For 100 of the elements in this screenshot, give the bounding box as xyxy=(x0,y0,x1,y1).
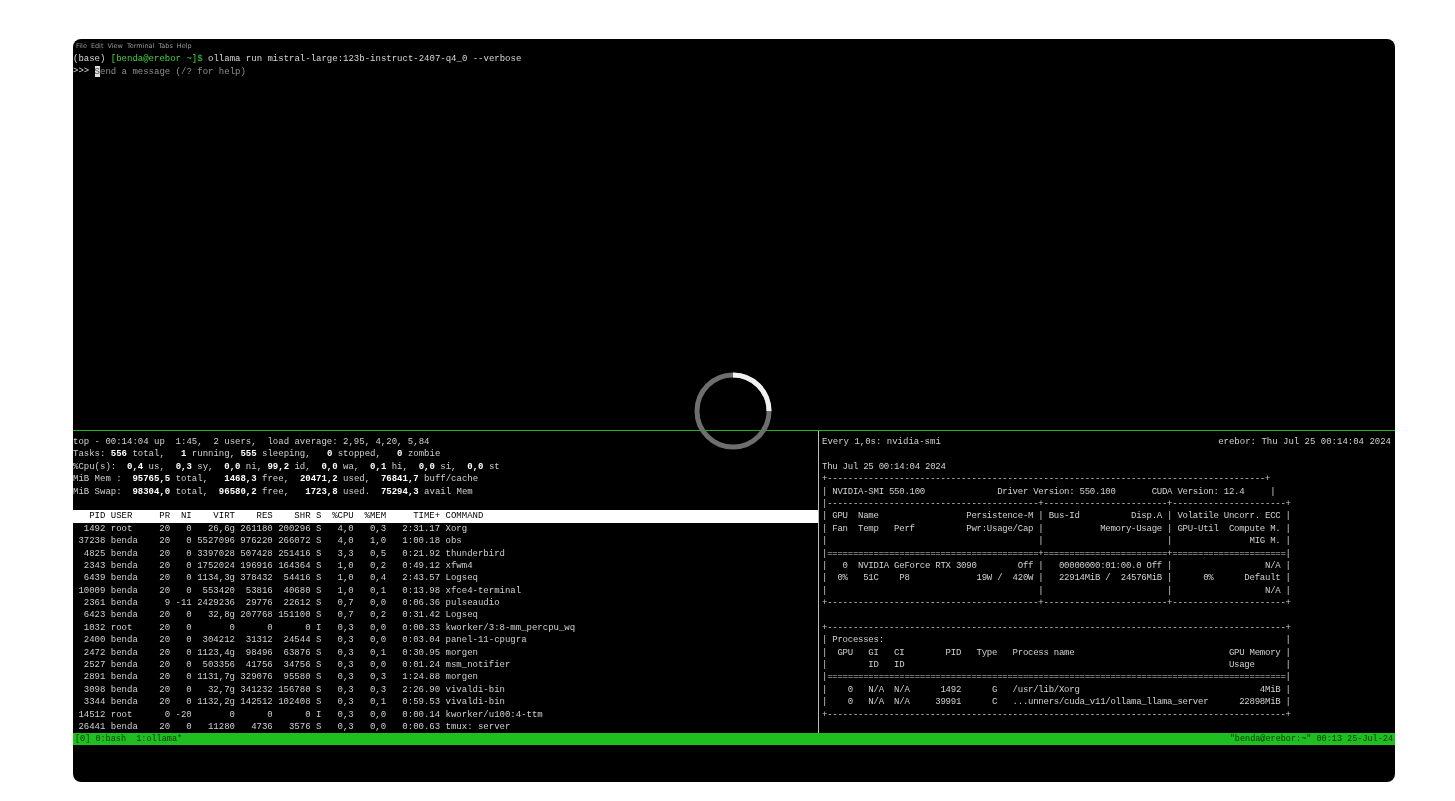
table-cell-text: 0 xyxy=(228,708,235,721)
table-cell-text: 0 xyxy=(228,621,235,635)
table-cell-text: 0,3 xyxy=(368,683,387,697)
table-cell-text: 0,3 xyxy=(336,646,354,660)
table-cell-text: xfwm4 xyxy=(444,559,474,573)
table-cell-text: 151100 xyxy=(277,609,311,622)
table-cell-text: 4,0 xyxy=(336,522,354,536)
table-cell-text: 26,6g xyxy=(206,522,235,536)
table-cell-text: panel-11-cpugra xyxy=(444,634,528,647)
table-cell-text: benda xyxy=(109,683,139,697)
table-cell-text: 14512 xyxy=(77,708,106,721)
output-line: +-------------------------------------------------------------------------------------+ xyxy=(822,473,1272,486)
table-cell-text: 3098 xyxy=(82,683,106,697)
table-cell-text: tmux: server xyxy=(444,721,512,733)
table-cell-text: 1752024 xyxy=(196,559,235,573)
table-cell-text: 0,7 xyxy=(336,597,354,610)
table-cell-text: vivaldi-bin xyxy=(444,696,506,709)
watch-header: Every 1,0s: nvidia-smi xyxy=(822,436,941,449)
table-cell-text: 261180 xyxy=(239,522,273,536)
table-cell-text: S xyxy=(314,696,322,709)
table-cell-text: 0,0 xyxy=(368,708,387,721)
table-cell-text: 0 xyxy=(185,646,192,660)
output-line: | 0 N/A N/A 1492 G /usr/lib/Xorg 4MiB | xyxy=(822,683,1292,697)
summary-line: %Cpu(s): 0,4 us, 0,3 sy, 0,0 ni, 99,2 id, 0,0 wa, 0,1 hi, 0,0 si, 0,0 st xyxy=(73,460,501,474)
table-cell-text: 1,0 xyxy=(336,559,354,573)
table-cell-text: 0 xyxy=(266,621,273,635)
table-cell-text: S xyxy=(314,659,322,672)
table-cell-text: 1:24.88 xyxy=(401,671,441,684)
table-cell-text: 2:31.17 xyxy=(401,522,441,536)
table-cell-text: 1,0 xyxy=(368,535,387,548)
column-header: VIRT xyxy=(212,510,235,523)
table-cell-text: 507428 xyxy=(239,547,273,560)
table-cell-text: 6439 xyxy=(82,572,106,585)
table-cell-text: 20 xyxy=(158,584,171,598)
table-cell-text: 142512 xyxy=(239,696,273,709)
table-cell-text: S xyxy=(314,609,322,622)
table-cell-text: 1032 xyxy=(82,621,106,635)
table-cell-text: xfce4-terminal xyxy=(444,584,523,598)
table-cell-text: 0,3 xyxy=(336,683,354,697)
table-cell-text: 2:26.90 xyxy=(401,683,441,697)
table-cell-text: benda xyxy=(109,572,139,585)
shell-prompt: [benda@erebor ~]$ xyxy=(110,53,203,66)
output-line: | 0 N/A N/A 39991 C ...unners/cuda_v11/ollama_llama_server 22898MiB | xyxy=(822,696,1292,709)
window-list[interactable]: [0] 0:bash 1:ollama* xyxy=(75,733,183,745)
table-cell-text: 20 xyxy=(158,671,171,684)
table-cell-text: root xyxy=(109,522,134,536)
table-cell-text: 20 xyxy=(158,547,171,560)
table-cell-text: 11280 xyxy=(206,721,235,733)
table-cell-text: 0,5 xyxy=(368,547,387,560)
table-cell-text: 1492 xyxy=(82,522,106,536)
table-cell-text: 4825 xyxy=(82,547,106,560)
table-cell-text: 0 xyxy=(185,584,192,598)
table-cell-text: 164364 xyxy=(277,559,311,573)
input-prompt: >>> xyxy=(73,65,90,78)
table-cell-text: I xyxy=(314,621,322,635)
table-cell-text: 20 xyxy=(158,621,171,635)
table-cell-text: 207768 xyxy=(239,609,273,622)
table-cell-text: 0 xyxy=(163,708,171,721)
table-cell-text: 41756 xyxy=(244,659,273,672)
output-line: +-----------------------------------------+------------------------+----------------------+ xyxy=(822,597,1292,610)
table-cell-text: S xyxy=(314,547,322,560)
table-cell-text: 0:01.24 xyxy=(401,659,441,672)
table-cell-text: -20 xyxy=(174,708,192,721)
table-cell-text: 2:43.57 xyxy=(401,572,441,585)
table-cell-text: 0:06.36 xyxy=(401,597,441,610)
table-cell-text: 3576 xyxy=(287,721,311,733)
output-line: | | | N/A | xyxy=(822,584,1292,598)
table-cell-text: S xyxy=(314,535,322,548)
table-cell-text: 976220 xyxy=(239,535,273,548)
table-cell-text: 0,0 xyxy=(368,659,387,672)
table-cell-text: 1134,3g xyxy=(196,572,235,585)
table-cell-text: 29776 xyxy=(244,597,273,610)
table-cell-text: Logseq xyxy=(444,572,479,585)
table-cell-text: 40680 xyxy=(282,584,311,598)
table-cell-text: thunderbird xyxy=(444,547,506,560)
table-cell-text: benda xyxy=(109,597,139,610)
table-cell-text: 26441 xyxy=(77,721,106,733)
table-cell-text: benda xyxy=(109,535,139,548)
output-line: +-----------------------------------------------------------------------------------------+ xyxy=(822,621,1292,635)
table-cell-text: 20 xyxy=(158,522,171,536)
table-cell-text: benda xyxy=(109,646,139,660)
summary-line: MiB Mem : 95765,5 total, 1468,3 free, 20471,2 used, 76841,7 buff/cache xyxy=(73,473,480,486)
table-cell-text: 0,3 xyxy=(336,659,354,672)
table-cell-text: 156780 xyxy=(277,683,311,697)
table-cell-text: S xyxy=(314,721,322,733)
table-cell-text: 0:13.98 xyxy=(401,584,441,598)
table-cell-text: 2343 xyxy=(82,559,106,573)
table-cell-text: 0 xyxy=(185,671,192,684)
output-line: |=========================================+========================+======================| xyxy=(822,547,1292,560)
table-cell-text: 0 xyxy=(185,609,192,622)
table-cell-text: 0 xyxy=(185,522,192,536)
column-header: NI xyxy=(179,510,192,523)
table-cell-text: 251416 xyxy=(277,547,311,560)
table-cell-text: 20 xyxy=(158,559,171,573)
table-cell-text: 0 xyxy=(185,621,192,635)
table-cell-text: 196916 xyxy=(239,559,273,573)
summary-line: MiB Swap: 98304,0 total, 96580,2 free, 1723,8 used. 75294,3 avail Mem xyxy=(73,485,474,498)
output-line: | GPU Name Persistence-M | Bus-Id Disp.A | Volatile Uncorr. ECC | xyxy=(822,510,1292,523)
table-cell-text: benda xyxy=(109,547,139,560)
table-cell-text: S xyxy=(314,671,322,684)
